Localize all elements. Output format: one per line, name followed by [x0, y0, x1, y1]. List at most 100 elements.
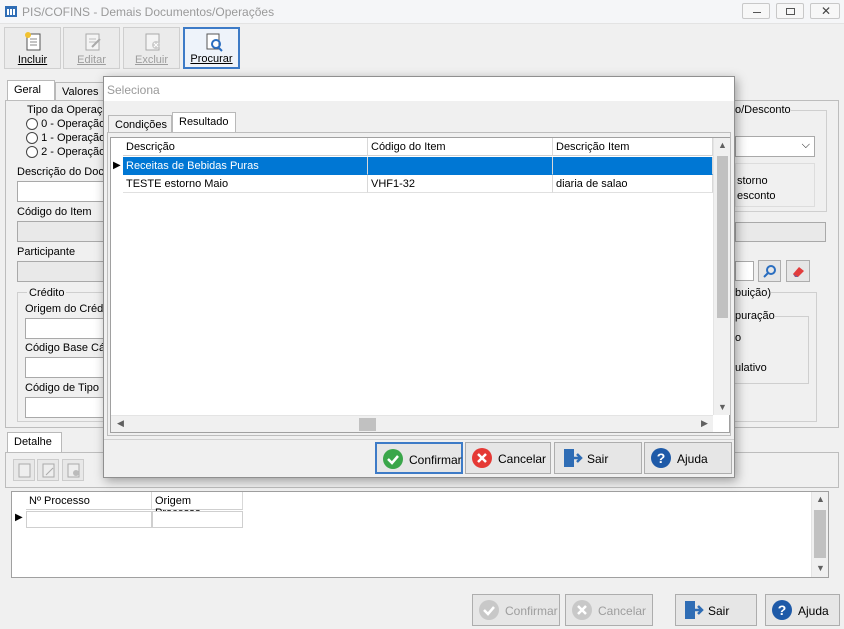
descricao-doc-input[interactable]	[17, 181, 117, 202]
cancel-icon	[572, 600, 592, 620]
radio-circle	[26, 146, 38, 159]
detail-delete-button[interactable]	[62, 459, 84, 481]
desconto-select[interactable]: ⌵	[735, 136, 815, 157]
cell-descricao: Receitas de Bebidas Puras	[123, 157, 368, 175]
horizontal-scrollbar[interactable]: ◀ ▶	[111, 415, 713, 432]
distribuicao-label: buição)	[735, 287, 772, 299]
column-header-descricao-item[interactable]: Descrição Item	[553, 138, 713, 156]
codigo-item-input[interactable]	[17, 221, 117, 242]
scroll-down-icon: ▼	[718, 402, 727, 412]
check-icon	[383, 449, 403, 469]
cancel-icon	[472, 448, 492, 468]
help-icon: ?	[772, 600, 792, 620]
search-icon	[763, 265, 776, 278]
radio-circle	[26, 118, 38, 131]
participante-clear-button[interactable]	[786, 260, 810, 282]
cell-descricao-item	[553, 157, 713, 175]
edit-document-icon	[42, 463, 55, 478]
cell-codigo	[368, 157, 553, 175]
cell-codigo: VHF1-32	[368, 175, 553, 193]
vertical-scrollbar[interactable]: ▲ ▼	[713, 138, 730, 415]
ajuda-button-main[interactable]: ? Ajuda	[765, 594, 840, 626]
chevron-down-icon: ⌵	[801, 139, 810, 151]
scroll-thumb[interactable]	[814, 510, 826, 558]
apuracao-label: puração	[735, 310, 775, 322]
maximize-button[interactable]	[776, 3, 804, 19]
new-document-icon	[25, 32, 41, 51]
incluir-button[interactable]: Incluir	[4, 27, 61, 69]
codigo-tipo-label: Código de Tipo	[25, 382, 99, 394]
tipo-operacao-label: Tipo da Operação	[27, 104, 115, 116]
resultado-grid: Descrição Código do Item Descrição Item …	[110, 137, 730, 433]
confirmar-button[interactable]: Confirmar	[375, 442, 463, 474]
ulativo-label: ulativo	[735, 362, 767, 374]
close-window-button[interactable]: ✕	[810, 3, 840, 19]
excluir-button[interactable]: Excluir	[123, 27, 180, 69]
scroll-up-icon: ▲	[816, 494, 825, 504]
o-label: o	[735, 332, 742, 344]
detail-vertical-scrollbar[interactable]: ▲ ▼	[811, 492, 828, 577]
result-row[interactable]: Receitas de Bebidas Puras	[123, 157, 713, 175]
sair-button-main[interactable]: Sair	[675, 594, 757, 626]
tab-resultado[interactable]: Resultado	[172, 112, 236, 133]
row-indicator-icon: ▶	[15, 512, 23, 523]
detail-cell[interactable]	[26, 511, 152, 528]
edit-document-icon	[85, 33, 101, 51]
delete-document-icon	[67, 463, 80, 478]
ajuda-button[interactable]: ? Ajuda	[644, 442, 732, 474]
column-header-descricao[interactable]: Descrição	[123, 138, 368, 156]
exit-door-icon	[685, 601, 704, 619]
estorno-label: storno	[737, 175, 768, 187]
scroll-down-icon: ▼	[816, 563, 825, 573]
sair-button[interactable]: Sair	[554, 442, 642, 474]
search-document-icon	[206, 33, 223, 52]
desconto-label: esconto	[737, 190, 776, 202]
origem-credito-input[interactable]	[25, 318, 115, 339]
radio-op2[interactable]: 2 - Operação	[26, 146, 105, 159]
detail-edit-button[interactable]	[37, 459, 59, 481]
delete-document-icon	[145, 33, 160, 51]
scroll-left-icon: ◀	[117, 418, 124, 428]
column-header-codigo[interactable]: Código do Item	[368, 138, 553, 156]
minimize-button[interactable]	[742, 3, 770, 19]
procurar-button[interactable]: Procurar	[183, 27, 240, 69]
participante-label: Participante	[17, 246, 76, 258]
maximize-icon	[786, 8, 795, 15]
detail-cell[interactable]	[152, 511, 243, 528]
editar-button[interactable]: Editar	[63, 27, 120, 69]
detail-column-header[interactable]: Origem Processo	[152, 492, 243, 519]
confirmar-button-main[interactable]: Confirmar	[472, 594, 560, 626]
codigo-base-input[interactable]	[25, 357, 115, 378]
radio-op1-label: 1 - Operação	[41, 132, 106, 144]
cancelar-button-main[interactable]: Cancelar	[565, 594, 653, 626]
cancelar-button[interactable]: Cancelar	[465, 442, 551, 474]
tab-detalhe[interactable]: Detalhe	[7, 432, 62, 453]
row-indicator-icon: ▶	[113, 160, 121, 171]
eraser-icon	[793, 267, 804, 277]
divider	[104, 439, 734, 440]
detail-add-button[interactable]	[13, 459, 35, 481]
dialog-title: Seleciona	[104, 77, 734, 101]
participante-code-input[interactable]	[735, 261, 754, 281]
radio-op1[interactable]: 1 - Operação	[26, 132, 106, 145]
codigo-tipo-input[interactable]	[25, 397, 115, 418]
check-icon	[479, 600, 499, 620]
scroll-thumb-horizontal[interactable]	[359, 418, 376, 431]
tab-geral[interactable]: Geral	[7, 80, 55, 101]
participante-search-button[interactable]	[758, 260, 781, 282]
participante-input[interactable]	[17, 261, 117, 282]
origem-credito-label: Origem do Crédito	[25, 303, 115, 315]
scroll-thumb[interactable]	[717, 156, 728, 318]
detail-column-header[interactable]: Nº Processo	[26, 492, 152, 510]
result-row[interactable]: TESTE estorno Maio VHF1-32 diaria de sal…	[123, 175, 713, 193]
radio-circle	[26, 132, 38, 145]
new-document-icon	[18, 463, 31, 478]
title-bar: PIS/COFINS - Demais Documentos/Operações…	[0, 0, 844, 24]
radio-op0[interactable]: 0 - Operação	[26, 118, 105, 131]
desconto-group-label: o/Desconto	[735, 104, 791, 116]
tab-valores[interactable]: Valores	[55, 82, 105, 101]
right-readonly-field[interactable]	[735, 222, 826, 242]
cell-descricao: TESTE estorno Maio	[123, 175, 368, 193]
minimize-icon	[753, 12, 761, 13]
seleciona-dialog: Seleciona Condições Resultado Descrição …	[103, 76, 735, 478]
